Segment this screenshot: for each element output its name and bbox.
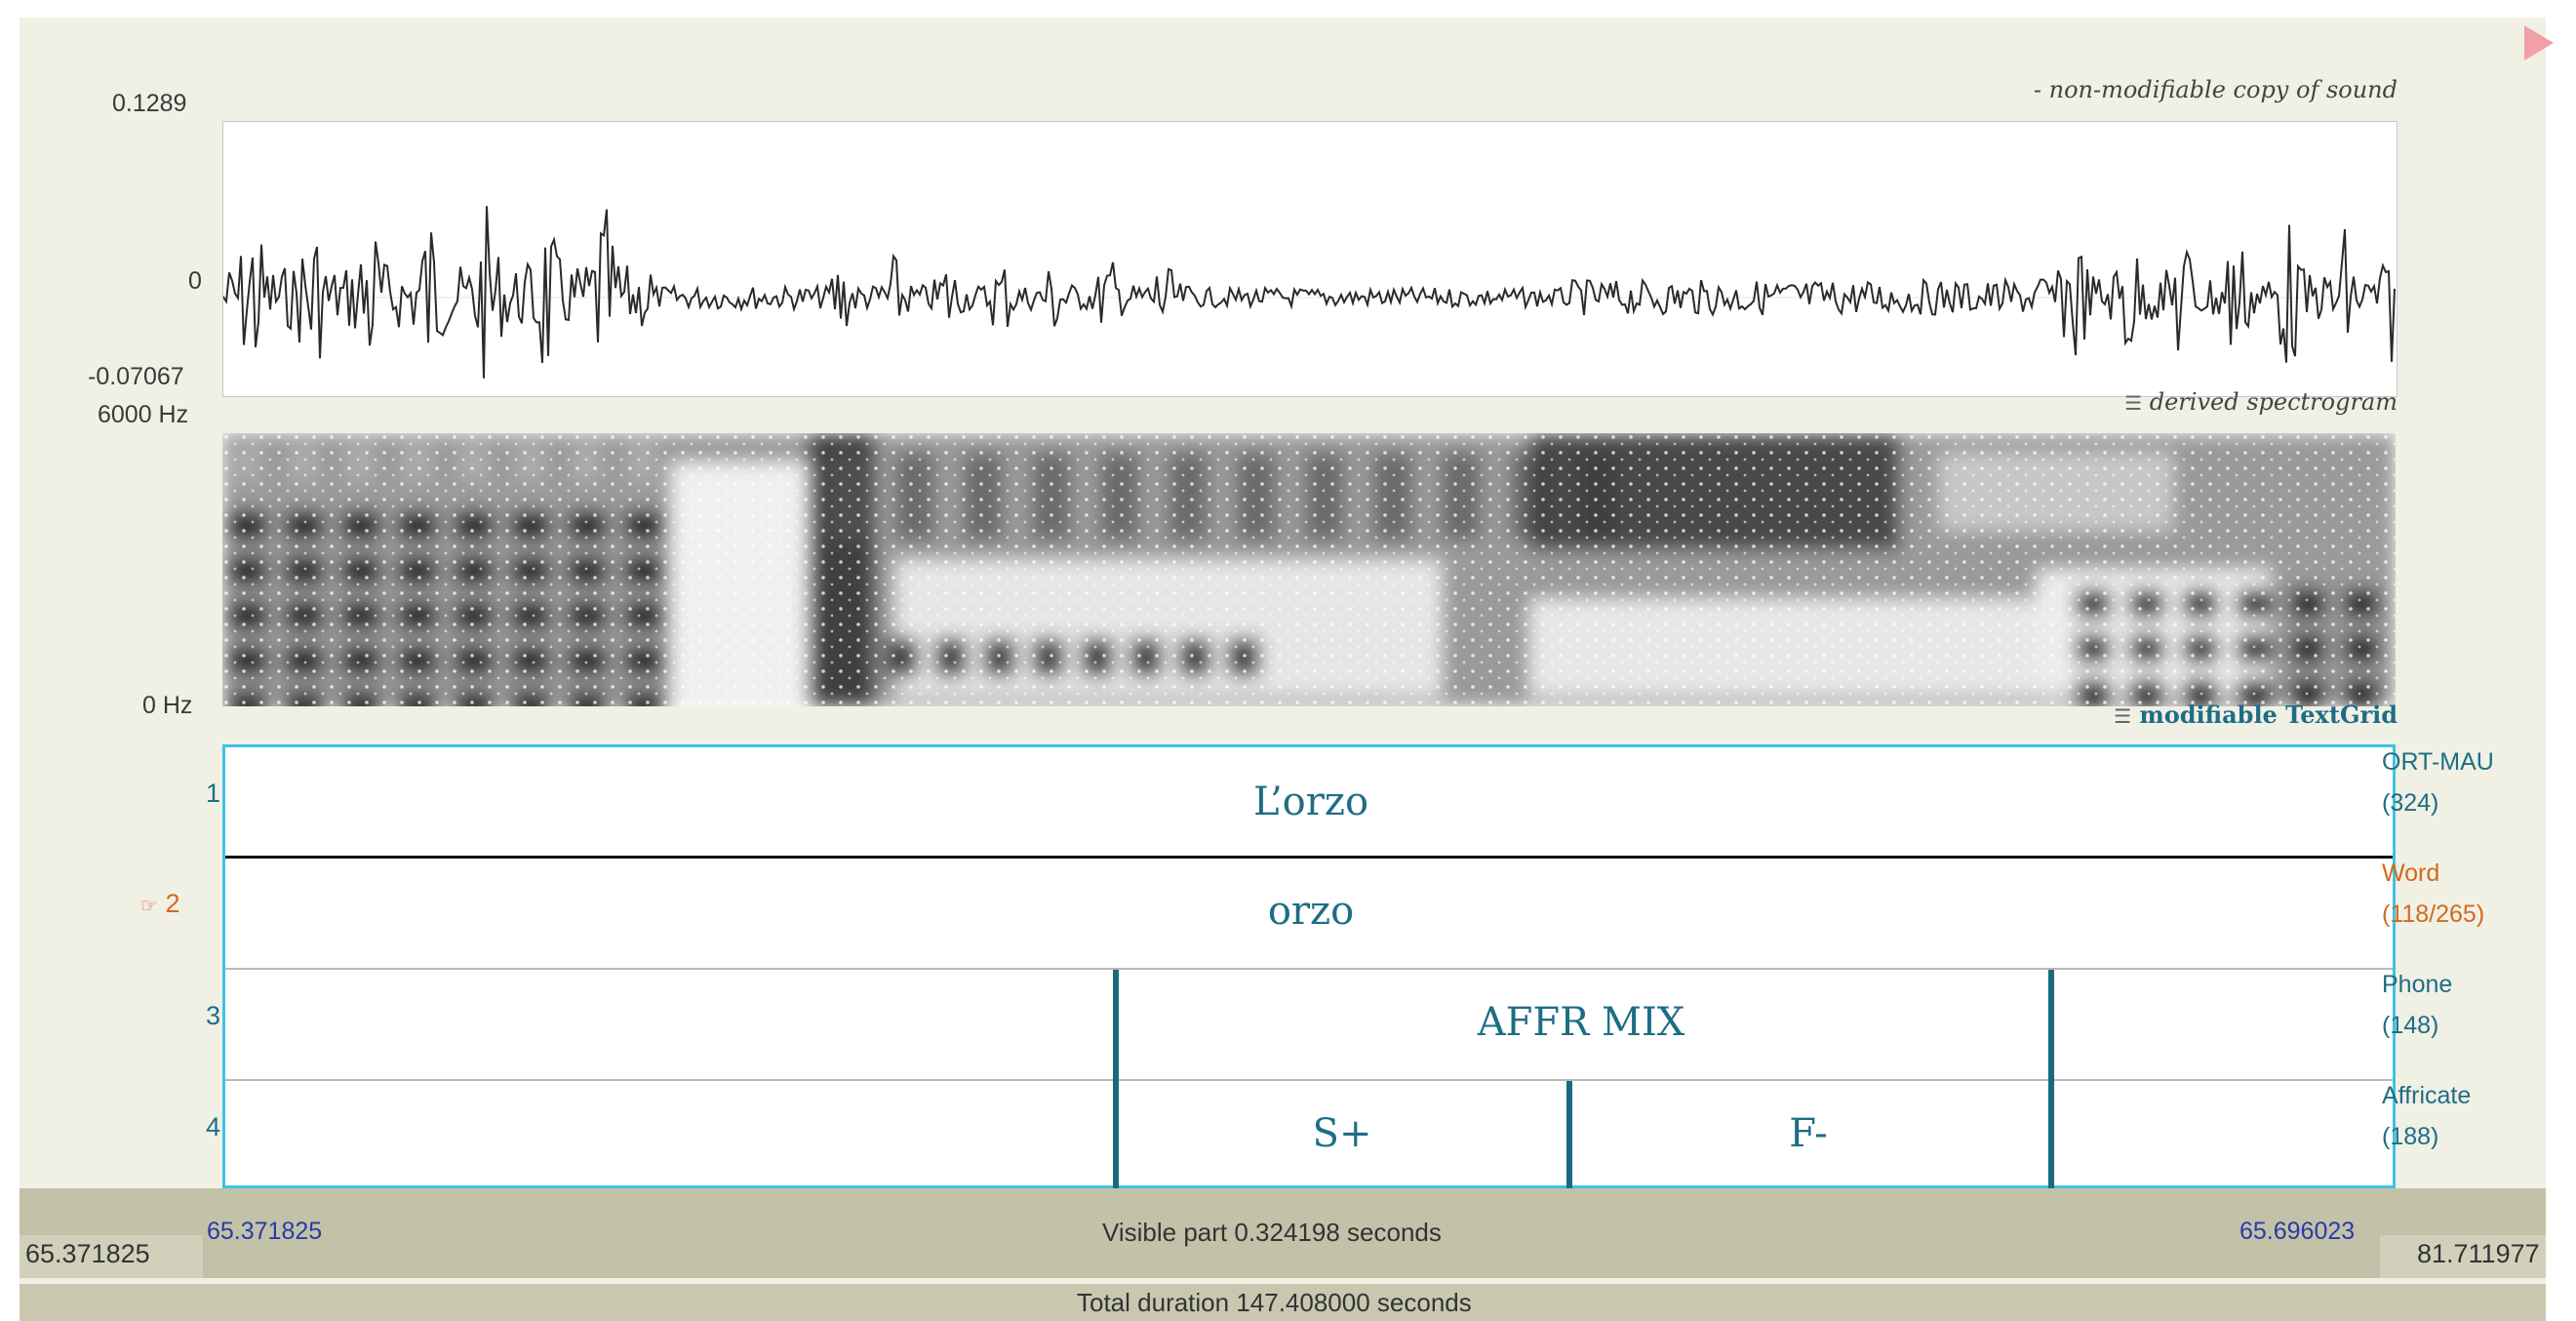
textgrid-panel[interactable]: L’orzo orzo AFFR MIX S+ F- [222,744,2396,1188]
waveform-min-label: -0.07067 [88,363,184,390]
tier-name-phone[interactable]: Phone (148) [2382,964,2452,1046]
tier-name-text: ORT-MAU [2382,748,2494,776]
spectrogram-annotation-text: derived spectrogram [2149,388,2398,416]
tier-3[interactable]: AFFR MIX [225,970,2393,1080]
spectrogram-panel[interactable] [222,433,2396,720]
tier-interval-count: (324) [2382,789,2439,817]
interval-label[interactable]: S+ [1313,1111,1372,1156]
tier-number: 1 [205,779,220,808]
interval-boundary[interactable] [2048,970,2054,1188]
total-duration-label: Total duration 147.408000 seconds [1077,1288,1472,1317]
tier-number: 2 [165,889,180,918]
total-duration-bar[interactable]: Total duration 147.408000 seconds [20,1284,2546,1321]
textgrid-annotation-text: modifiable TextGrid [2139,701,2398,729]
tier-name-ort-mau[interactable]: ORT-MAU (324) [2382,741,2494,823]
tier-name-word[interactable]: Word (118/265) [2382,853,2484,935]
tier-interval-count: (148) [2382,1012,2439,1039]
tier-name-text: Affricate [2382,1082,2472,1109]
tier-number-active: ☞ 2 [140,889,179,919]
visible-part-label[interactable]: Visible part 0.324198 seconds [1102,1218,1442,1248]
play-triangle-icon[interactable] [2524,25,2554,60]
waveform-zero-label: 0 [188,267,202,295]
time-scroll-area: 65.371825 65.696023 Visible part 0.32419… [20,1188,2546,1278]
spectrogram-bottom-label: 0 Hz [142,692,193,719]
interval-boundary[interactable] [1566,1081,1572,1188]
spectrogram-annotation: ☰ derived spectrogram [2124,388,2398,416]
window-start-time[interactable]: 65.371825 [207,1218,322,1246]
interval-label[interactable]: L’orzo [1253,780,1368,824]
hand-pointer-icon: ☞ [140,896,158,917]
tier-4[interactable]: S+ F- [225,1081,2393,1191]
tier-interval-count: (188) [2382,1123,2439,1150]
tier-name-text: Word [2382,860,2440,887]
three-bar-menu-icon: ☰ [2124,391,2143,415]
tier-name-affricate[interactable]: Affricate (188) [2382,1075,2471,1157]
spectrogram-image [222,433,2396,720]
textgrid-annotation: ☰ modifiable TextGrid [2114,701,2398,729]
left-outside-time[interactable]: 65.371825 [25,1239,150,1269]
window-end-time[interactable]: 65.696023 [2239,1218,2355,1246]
waveform-trace [222,206,2397,379]
three-bar-menu-icon: ☰ [2114,704,2131,728]
tier-interval-count: (118/265) [2382,901,2485,928]
waveform-max-label: 0.1289 [112,90,187,117]
interval-label[interactable]: orzo [1268,889,1354,934]
tier-name-text: Phone [2382,971,2453,998]
spectrogram-top-label: 6000 Hz [98,401,189,428]
waveform-panel[interactable] [222,121,2398,397]
right-outside-time[interactable]: 81.711977 [2417,1239,2540,1269]
interval-boundary[interactable] [1113,970,1119,1188]
interval-label[interactable]: AFFR MIX [1478,1000,1684,1045]
interval-label[interactable]: F- [1789,1111,1827,1156]
sound-editor-window: 0.1289 0 -0.07067 - non-modifiable copy … [20,18,2554,1321]
tier-1[interactable]: L’orzo [225,747,2393,858]
tier-2[interactable]: orzo [225,859,2393,969]
tier-number: 3 [205,1001,220,1030]
tier-number: 4 [205,1112,220,1141]
waveform-annotation: - non-modifiable copy of sound [2033,76,2398,103]
